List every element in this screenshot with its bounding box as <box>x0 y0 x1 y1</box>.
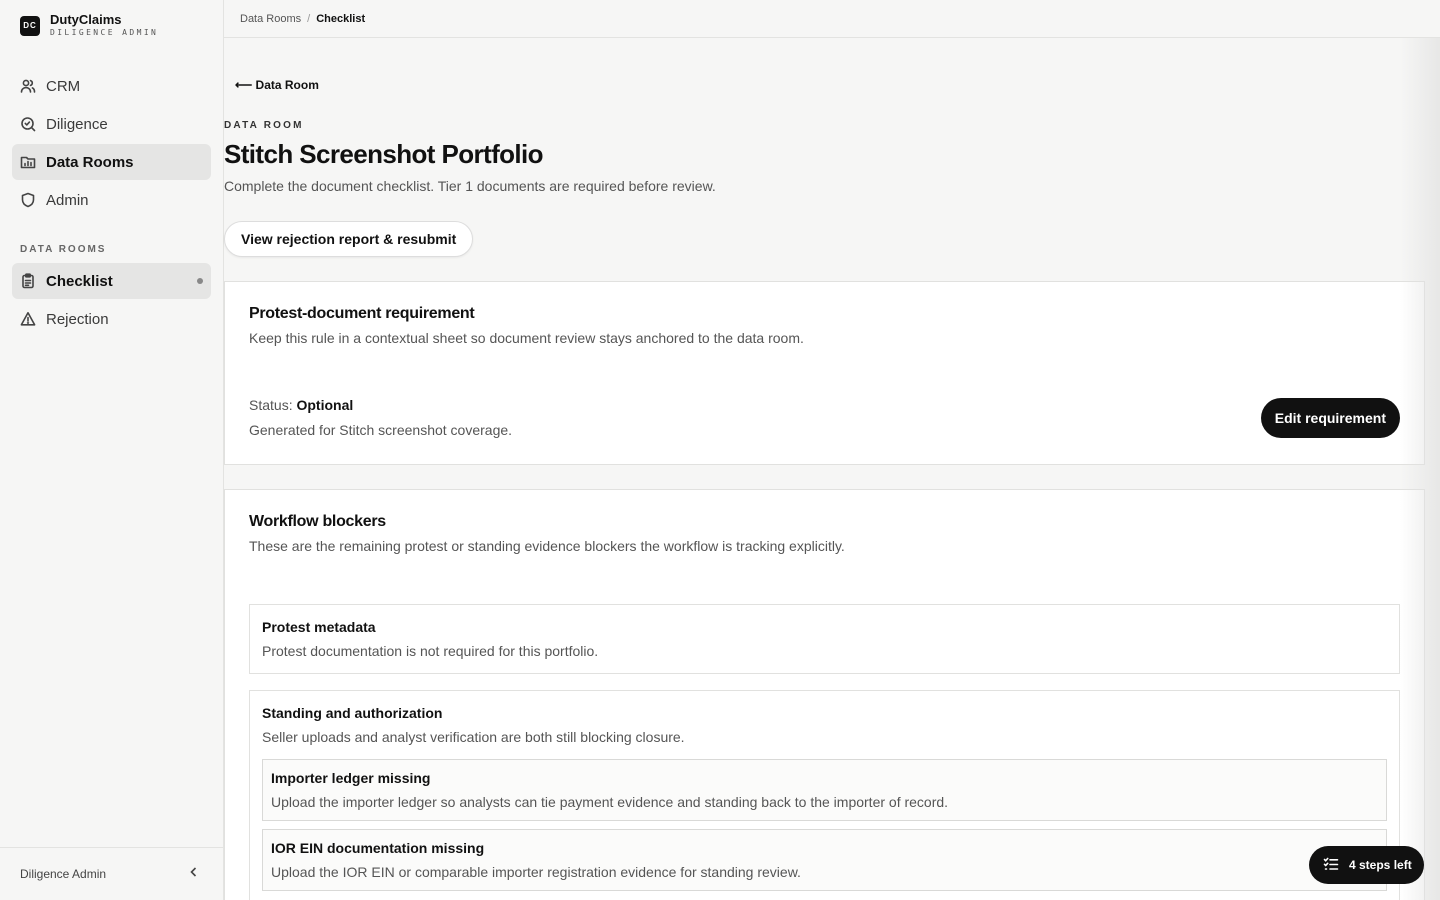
requirement-note: Generated for Stitch screenshot coverage… <box>249 422 513 438</box>
breadcrumb-current: Checklist <box>316 12 366 25</box>
shield-icon <box>20 192 36 208</box>
page-subtitle: Complete the document checklist. Tier 1 … <box>224 178 716 194</box>
blocker-description: Seller uploads and analyst verification … <box>262 729 685 745</box>
brand[interactable]: DC DutyClaims DILIGENCE ADMIN <box>20 12 158 39</box>
nav-section-label: DATA ROOMS <box>20 244 107 255</box>
requirement-description: Keep this rule in a contextual sheet so … <box>249 330 804 346</box>
sub-blocker-ior-ein[interactable]: IOR EIN documentation missing Upload the… <box>262 829 1387 891</box>
folder-chart-icon <box>20 154 36 170</box>
sidebar-footer: Diligence Admin <box>0 847 223 900</box>
sub-blocker-importer-ledger[interactable]: Importer ledger missing Upload the impor… <box>262 759 1387 821</box>
current-user-label: Diligence Admin <box>20 867 107 881</box>
sub-blocker-description: Upload the importer ledger so analysts c… <box>271 794 949 810</box>
search-doc-icon <box>20 116 36 132</box>
sidebar-item-data-rooms[interactable]: Data Rooms <box>12 144 211 180</box>
sidebar-item-label: Data Rooms <box>46 153 134 171</box>
section-nav: Checklist Rejection <box>12 263 211 339</box>
edit-requirement-button[interactable]: Edit requirement <box>1260 398 1400 438</box>
primary-nav: CRM Diligence Data Rooms Admin <box>12 68 211 220</box>
sidebar-item-label: CRM <box>46 77 81 95</box>
clipboard-icon <box>20 273 36 289</box>
blockers-description: These are the remaining protest or stand… <box>249 538 845 554</box>
blocker-title: Protest metadata <box>262 619 376 635</box>
active-indicator-dot <box>197 278 203 284</box>
sidebar-item-label: Checklist <box>46 272 113 290</box>
breadcrumb-data-rooms[interactable]: Data Rooms <box>240 13 301 25</box>
warning-icon <box>20 311 36 327</box>
steps-left-button[interactable]: 4 steps left <box>1309 846 1424 884</box>
sidebar: DC DutyClaims DILIGENCE ADMIN CRM Dilige… <box>0 0 224 900</box>
blocker-standing-authorization: Standing and authorization Seller upload… <box>249 690 1400 900</box>
sub-blocker-title: IOR EIN documentation missing <box>271 840 485 856</box>
sidebar-item-label: Admin <box>46 191 89 209</box>
sidebar-item-admin[interactable]: Admin <box>12 182 211 218</box>
brand-subtitle: DILIGENCE ADMIN <box>50 28 159 37</box>
checklist-icon <box>1323 856 1349 875</box>
sidebar-item-checklist[interactable]: Checklist <box>12 263 211 299</box>
status-label: Status: <box>249 397 293 413</box>
users-icon <box>20 78 36 94</box>
back-to-data-room-link[interactable]: ⟵ Data Room <box>235 78 319 92</box>
blocker-description: Protest documentation is not required fo… <box>262 643 599 659</box>
main-content: ⟵ Data Room DATA ROOM Stitch Screenshot … <box>224 38 1440 900</box>
sidebar-item-crm[interactable]: CRM <box>12 68 211 104</box>
page-title: Stitch Screenshot Portfolio <box>224 139 544 169</box>
brand-logo: DC <box>20 15 40 36</box>
requirement-card: Protest-document requirement Keep this r… <box>224 281 1425 465</box>
workflow-blockers-card: Workflow blockers These are the remainin… <box>224 489 1425 900</box>
blocker-title: Standing and authorization <box>262 705 443 721</box>
chevron-left-icon[interactable] <box>187 865 201 884</box>
brand-name: DutyClaims <box>50 12 122 27</box>
requirement-status: Status: Optional <box>249 397 353 413</box>
sidebar-item-rejection[interactable]: Rejection <box>12 301 211 337</box>
blockers-title: Workflow blockers <box>249 513 386 530</box>
requirement-title: Protest-document requirement <box>249 305 475 322</box>
sidebar-item-label: Rejection <box>46 310 109 328</box>
page-eyebrow: DATA ROOM <box>224 120 304 131</box>
sub-blocker-title: Importer ledger missing <box>271 770 431 786</box>
breadcrumb-separator: / <box>307 12 311 25</box>
sidebar-item-diligence[interactable]: Diligence <box>12 106 211 142</box>
breadcrumb: Data Rooms / Checklist <box>224 0 1440 38</box>
status-value: Optional <box>296 397 354 413</box>
sub-blocker-description: Upload the IOR EIN or comparable importe… <box>271 864 801 880</box>
steps-left-label: 4 steps left <box>1349 858 1412 872</box>
blocker-protest-metadata: Protest metadata Protest documentation i… <box>249 604 1400 674</box>
view-rejection-report-button[interactable]: View rejection report & resubmit <box>224 221 474 257</box>
sidebar-item-label: Diligence <box>46 115 108 133</box>
